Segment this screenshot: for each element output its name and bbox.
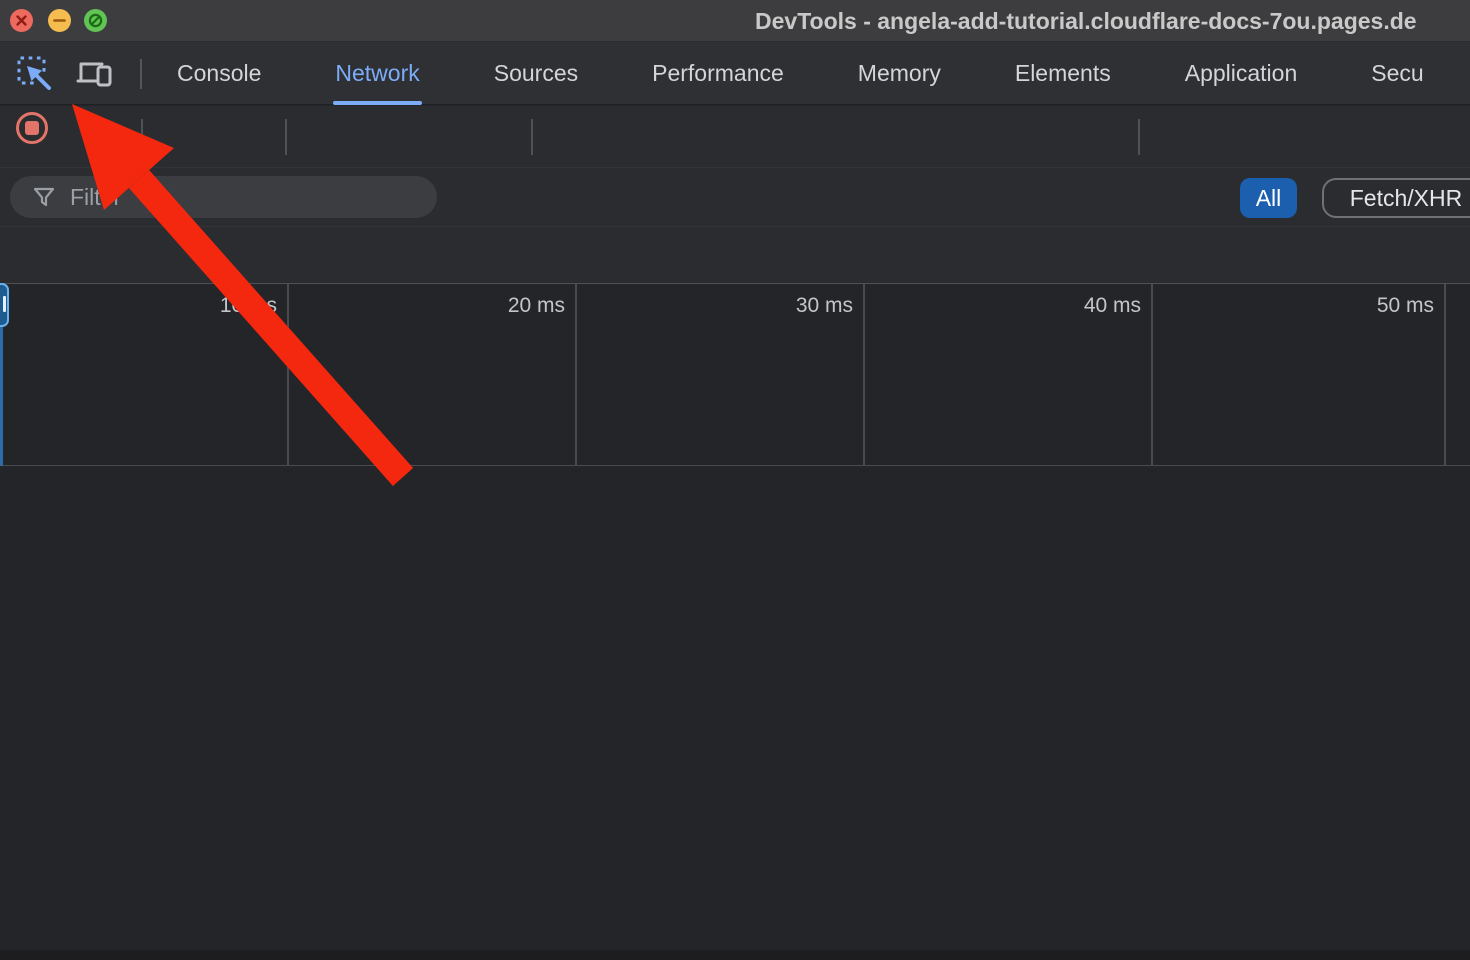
device-toolbar-icon	[73, 53, 115, 93]
tab-console[interactable]: Console	[177, 42, 261, 105]
network-toolbar: Preserve log Disable cache No throttling…	[0, 106, 1470, 168]
tabbar-separator	[140, 59, 142, 89]
requests-panel: Recordi Perform a request	[0, 466, 1470, 960]
window-title: DevTools - angela-add-tutorial.cloudflar…	[755, 0, 1417, 42]
minimize-window-icon[interactable]	[48, 9, 71, 32]
network-overview-timeline[interactable]: 10 ms 20 ms 30 ms 40 ms 50 ms	[0, 284, 1470, 466]
timeline-tick-30ms: 30 ms	[743, 294, 853, 318]
filter-input-pill[interactable]	[10, 176, 437, 218]
panel-tabs: Console Network Sources Performance Memo…	[177, 42, 1424, 105]
close-window-icon[interactable]	[10, 9, 33, 32]
timeline-gridline	[575, 284, 577, 466]
zoom-window-icon[interactable]	[84, 9, 107, 32]
devtools-window: DevTools - angela-add-tutorial.cloudflar…	[0, 0, 1470, 960]
filter-funnel-icon	[32, 185, 56, 209]
timeline-tick-20ms: 20 ms	[455, 294, 565, 318]
timeline-tick-40ms: 40 ms	[1031, 294, 1141, 318]
request-type-all-button[interactable]: All	[1240, 178, 1297, 218]
tab-memory[interactable]: Memory	[858, 42, 941, 105]
toolbar-separator	[141, 119, 143, 155]
network-filter-bar-2: Blocked requests 3rd-party requests	[0, 227, 1470, 284]
toolbar-separator	[1138, 119, 1140, 155]
tab-security[interactable]: Secu	[1371, 42, 1423, 105]
tab-performance[interactable]: Performance	[652, 42, 784, 105]
timeline-tick-10ms: 10 ms	[167, 294, 277, 318]
devtools-tabbar: Console Network Sources Performance Memo…	[0, 42, 1470, 105]
stop-recording-button[interactable]	[16, 112, 48, 144]
overview-window-edge[interactable]	[0, 327, 3, 466]
filter-input[interactable]	[70, 184, 390, 211]
tab-sources[interactable]: Sources	[494, 42, 578, 105]
timeline-gridline	[863, 284, 865, 466]
inspect-element-button[interactable]	[12, 50, 56, 96]
toolbar-separator	[531, 119, 533, 155]
toggle-device-toolbar-button[interactable]	[72, 50, 116, 96]
inspect-cursor-icon	[14, 53, 54, 93]
handle-grip-icon	[3, 296, 6, 312]
window-bottom-edge	[0, 950, 1470, 960]
request-type-fetch-xhr-button[interactable]: Fetch/XHR	[1322, 178, 1470, 218]
timeline-tick-50ms: 50 ms	[1324, 294, 1434, 318]
timeline-gridline	[287, 284, 289, 466]
titlebar: DevTools - angela-add-tutorial.cloudflar…	[0, 0, 1470, 42]
timeline-gridline	[1444, 284, 1446, 466]
network-filter-bar: Invert Hide data URLs Hide extension URL…	[0, 168, 1470, 227]
overview-window-handle[interactable]	[0, 283, 9, 327]
stop-square-icon	[25, 121, 39, 135]
timeline-gridline	[1151, 284, 1153, 466]
toolbar-separator	[285, 119, 287, 155]
tab-elements[interactable]: Elements	[1015, 42, 1111, 105]
tab-network[interactable]: Network	[335, 42, 419, 105]
tab-application[interactable]: Application	[1185, 42, 1298, 105]
